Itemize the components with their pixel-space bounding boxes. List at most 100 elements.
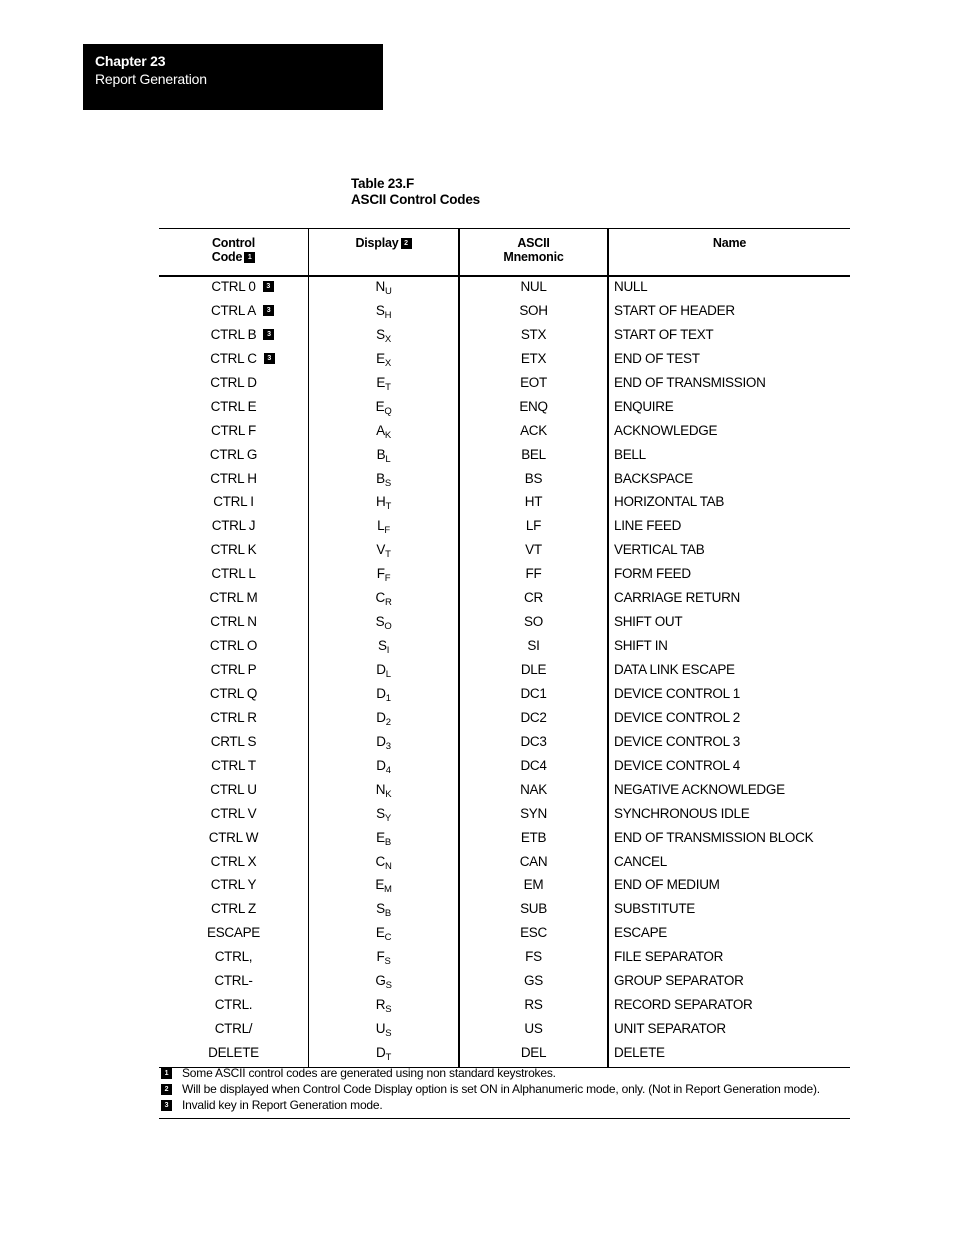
cell-display: NU: [308, 277, 458, 301]
control-code-text: CTRL C 3: [210, 349, 275, 369]
cell-mnemonic: STX: [458, 324, 607, 349]
cell-control-code: CTRL 0 3: [159, 277, 308, 301]
table-body: CTRL 0 3 NU NUL NULL CTRL A 3 SH SOH START OF HEA…: [159, 277, 850, 1067]
control-code-value: CTRL G: [209, 446, 258, 462]
table-number: Table 23.F: [351, 176, 415, 191]
cell-mnemonic: ACK: [458, 420, 607, 445]
display-char: S: [375, 302, 385, 318]
display-subscript: O: [384, 621, 392, 633]
display-subscript: C: [384, 932, 392, 944]
cell-display: SX: [308, 324, 458, 349]
control-code-text: CTRL L: [211, 564, 256, 584]
cell-control-code: CTRL/: [159, 1019, 308, 1043]
control-code-value: CTRL X: [210, 853, 257, 869]
table-row: CTRL W EB ETB END OF TRANSMISSION BLOCK: [159, 827, 850, 852]
cell-mnemonic: DC4: [458, 755, 607, 780]
control-code-text: ESCAPE: [207, 923, 260, 943]
control-code-text: CRTL S: [211, 732, 257, 752]
display-subscript: R: [384, 597, 392, 609]
table-row: CTRL D ET EOT END OF TRANSMISSION: [159, 372, 850, 397]
control-code-value: CTRL M: [209, 590, 258, 606]
display-subscript: T: [385, 381, 391, 393]
header-label-text: Display: [355, 236, 399, 250]
control-code-value: CTRL.: [214, 997, 253, 1013]
cell-control-code: CTRL M: [159, 588, 308, 612]
table-row: CTRL Z SB SUB SUBSTITUTE: [159, 899, 850, 924]
column-header-name: Name: [607, 229, 850, 275]
cell-display: SI: [308, 636, 458, 660]
cell-display: SB: [308, 899, 458, 924]
cell-control-code: CTRL G: [159, 445, 308, 469]
cell-mnemonic: EM: [458, 875, 607, 900]
cell-control-code: CTRL U: [159, 780, 308, 804]
cell-mnemonic: ENQ: [458, 396, 607, 421]
cell-display: D1: [308, 683, 458, 708]
table-row: CTRL X CN CAN CANCEL: [159, 851, 850, 876]
cell-mnemonic: ETX: [458, 348, 607, 373]
display-char: S: [376, 805, 385, 821]
control-code-text: CTRL G: [209, 445, 258, 465]
footnote-marker-1: 1: [244, 252, 256, 264]
cell-mnemonic: EOT: [458, 372, 607, 397]
table-row: CTRL H BS BS BACKSPACE: [159, 468, 850, 493]
table-row: CTRL. RS RS RECORD SEPARATOR: [159, 995, 850, 1020]
control-code-text: CTRL Y: [210, 875, 257, 895]
control-code-text: CTRL.: [215, 995, 253, 1015]
display-char: A: [376, 422, 385, 438]
control-code-value: CTRL A: [211, 302, 256, 318]
control-code-value: CTRL Y: [210, 877, 257, 893]
control-code-value: CTRL C: [210, 350, 257, 366]
cell-control-code: CTRL L: [159, 564, 308, 588]
control-code-text: CTRL O: [210, 636, 258, 656]
cell-display: DT: [308, 1043, 458, 1067]
display-char: E: [375, 877, 385, 893]
table-row: CTRL Y EM EM END OF MEDIUM: [159, 875, 850, 900]
cell-mnemonic: BEL: [458, 444, 607, 469]
table-row: CTRL J LF LF LINE FEED: [159, 516, 850, 541]
display-char: E: [375, 398, 385, 414]
control-code-text: CTRL T: [211, 756, 256, 776]
cell-name: LINE FEED: [607, 516, 850, 541]
display-char: E: [376, 829, 385, 845]
display-subscript: K: [384, 429, 391, 441]
cell-mnemonic: ESC: [458, 923, 607, 948]
display-subscript: T: [385, 1052, 391, 1063]
table-row: CTRL B 3 SX STX START OF TEXT: [159, 324, 850, 349]
display-subscript: X: [384, 333, 391, 345]
cell-name: END OF TRANSMISSION: [607, 372, 850, 397]
cell-control-code: CTRL O: [159, 636, 308, 660]
table-row: CTRL R D2 DC2 DEVICE CONTROL 2: [159, 707, 850, 732]
table-row: CTRL I HT HT HORIZONTAL TAB: [159, 492, 850, 517]
control-code-value: CTRL K: [210, 542, 257, 558]
display-subscript: Y: [384, 812, 391, 824]
cell-display: ET: [308, 372, 458, 397]
cell-display: EX: [308, 348, 458, 373]
table-row: CTRL P DL DLE DATA LINK ESCAPE: [159, 660, 850, 684]
control-code-value: CTRL U: [210, 781, 257, 797]
control-code-text: CTRL B 3: [210, 325, 275, 345]
cell-control-code: CTRL R: [159, 708, 308, 732]
display-subscript: S: [385, 1028, 392, 1040]
cell-display: EM: [308, 875, 458, 900]
control-code-value: CTRL B: [210, 326, 257, 342]
footnote-number: 1: [161, 1067, 172, 1079]
display-subscript: F: [384, 525, 390, 537]
cell-display: EQ: [308, 396, 458, 421]
control-code-value: CTRL W: [208, 829, 259, 845]
cell-name: NULL: [607, 277, 850, 301]
control-code-value: CTRL J: [211, 518, 256, 534]
cell-name: GROUP SEPARATOR: [607, 971, 850, 996]
cell-display: BL: [308, 444, 458, 469]
cell-display: US: [308, 1019, 458, 1043]
control-code-text: CTRL 0 3: [211, 277, 274, 297]
control-code-value: CTRL I: [213, 494, 254, 510]
display-subscript: K: [385, 788, 392, 800]
table-row: CTRL T D4 DC4 DEVICE CONTROL 4: [159, 755, 850, 780]
display-char: E: [376, 374, 386, 390]
cell-name: FILE SEPARATOR: [607, 947, 850, 972]
header-label-line1: Name: [712, 236, 747, 250]
footnote-marker-2: 2: [400, 238, 412, 250]
control-code-text: CTRL K: [211, 540, 257, 560]
cell-display: NK: [308, 779, 458, 804]
header-label-line1: Display 2: [309, 236, 458, 250]
